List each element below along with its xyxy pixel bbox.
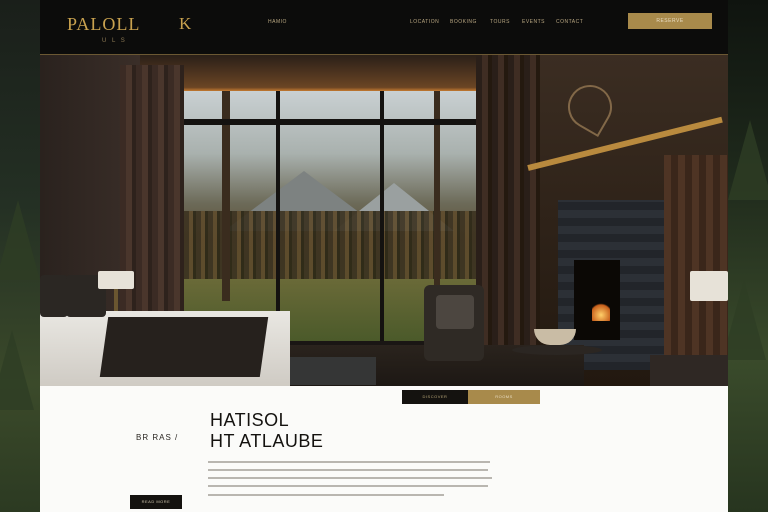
logo-tagline: U L S — [102, 38, 127, 44]
nav-item-2[interactable]: LOCATION — [410, 19, 439, 25]
website-frame: PALOLL U L S K HAMIO LOCATION BOOKING TO… — [40, 0, 728, 512]
hero-image — [40, 55, 728, 386]
body-text-line — [208, 469, 488, 471]
forest-side-left — [0, 0, 40, 512]
floor-lamp — [690, 271, 728, 301]
window-mullion — [276, 91, 280, 341]
lamp-base — [114, 289, 118, 311]
body-text-line — [208, 461, 490, 463]
rug — [286, 357, 376, 385]
window-mullion — [184, 119, 480, 125]
firebox — [574, 260, 620, 340]
coffee-table — [512, 345, 602, 355]
nav-item-4[interactable]: TOURS — [490, 19, 510, 25]
body-text-line — [208, 485, 488, 487]
nav-item-5[interactable]: EVENTS — [522, 19, 545, 25]
tab-rooms[interactable]: ROOMS — [468, 390, 540, 404]
fire-icon — [592, 301, 610, 321]
title-line-1: HATISOL — [210, 410, 290, 430]
nav-item-1[interactable]: HAMIO — [268, 19, 287, 25]
bed-throw — [99, 317, 269, 377]
reserve-button[interactable]: RESERVE — [628, 13, 712, 29]
section-title: HATISOL HT ATLAUBE — [210, 410, 323, 452]
body-text-line — [208, 477, 492, 479]
nav-item-6[interactable]: CONTACT — [556, 19, 583, 25]
logo-mark-icon[interactable]: K — [179, 14, 191, 34]
tab-discover[interactable]: DISCOVER — [402, 390, 468, 404]
read-more-button[interactable]: READ MORE — [130, 495, 182, 509]
site-header: PALOLL U L S K HAMIO LOCATION BOOKING TO… — [40, 0, 728, 55]
pillow — [40, 275, 68, 317]
window-mullion — [380, 91, 384, 341]
body-text-line — [208, 494, 444, 496]
nav-item-3[interactable]: BOOKING — [450, 19, 477, 25]
sofa — [650, 355, 728, 386]
section-label: BR RAS / — [136, 433, 179, 442]
chair-cushion — [436, 295, 474, 329]
site-logo[interactable]: PALOLL — [67, 14, 140, 35]
forest-side-right — [728, 0, 768, 512]
table-lamp — [98, 271, 134, 289]
title-line-2: HT ATLAUBE — [210, 431, 324, 451]
